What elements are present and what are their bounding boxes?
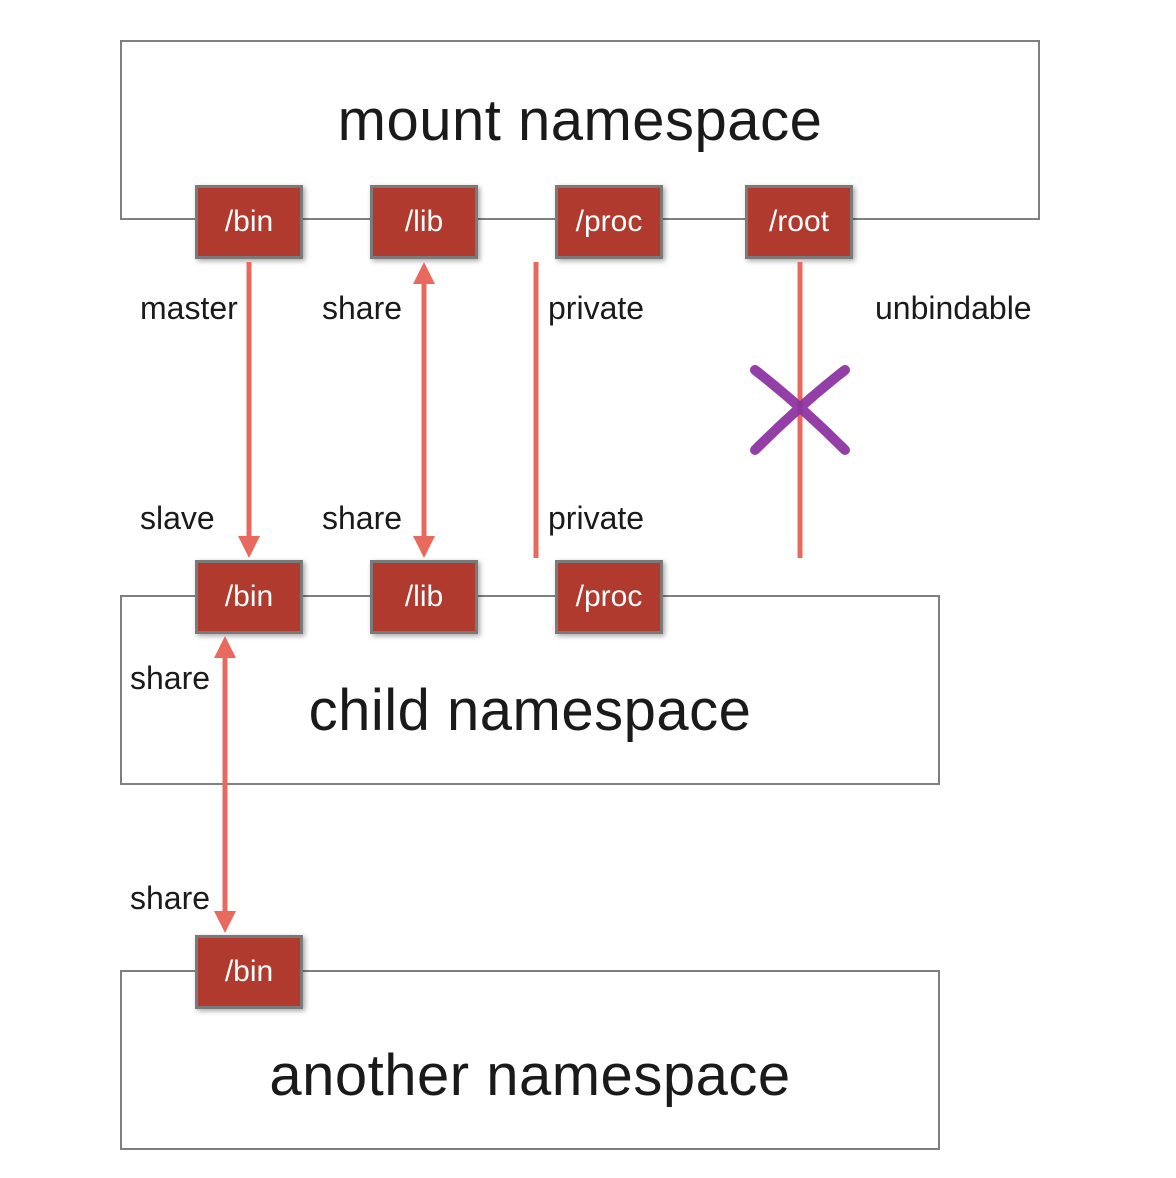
mount-top-bin: /bin	[195, 185, 303, 259]
mount-top-lib: /lib	[370, 185, 478, 259]
diagram-stage: mount namespace child namespace another …	[0, 0, 1176, 1178]
mount-namespace-title: mount namespace	[122, 87, 1038, 154]
mount-child-proc: /proc	[555, 560, 663, 634]
mount-child-bin: /bin	[195, 560, 303, 634]
another-namespace-title: another namespace	[122, 1042, 938, 1109]
child-namespace-title: child namespace	[122, 677, 938, 744]
arrow-lib-double	[413, 262, 435, 558]
arrow-bin-down	[238, 262, 260, 558]
label-bin-master: master	[140, 290, 238, 327]
label-lib-share-bottom: share	[322, 500, 402, 537]
label-lib-share-top: share	[322, 290, 402, 327]
mount-top-proc: /proc	[555, 185, 663, 259]
label-proc-private-bottom: private	[548, 500, 644, 537]
x-mark-icon	[755, 370, 845, 450]
mount-top-root: /root	[745, 185, 853, 259]
label-childbin-share-top: share	[130, 660, 210, 697]
label-proc-private-top: private	[548, 290, 644, 327]
mount-another-bin: /bin	[195, 935, 303, 1009]
mount-child-lib: /lib	[370, 560, 478, 634]
label-bin-slave: slave	[140, 500, 215, 537]
label-root-unbindable: unbindable	[875, 290, 1032, 327]
label-childbin-share-bottom: share	[130, 880, 210, 917]
line-root-unbindable	[755, 262, 845, 558]
